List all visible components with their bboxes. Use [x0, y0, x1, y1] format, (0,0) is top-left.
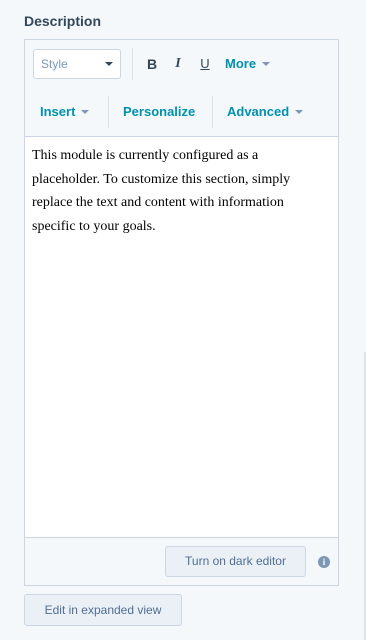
edit-expanded-view-button[interactable]: Edit in expanded view — [24, 594, 182, 626]
chevron-down-icon — [262, 62, 271, 66]
rich-text-editor: Style B I U More Insert Personalize Adva… — [24, 39, 339, 586]
more-menu-label: More — [225, 56, 257, 71]
editor-content-area[interactable]: This module is currently configured as a… — [25, 136, 338, 538]
dark-editor-button[interactable]: Turn on dark editor — [165, 546, 306, 577]
bold-button[interactable]: B — [144, 54, 160, 74]
personalize-button[interactable]: Personalize — [123, 102, 195, 122]
module-editor-panel: Description Style B I U More Insert Pers… — [0, 0, 366, 640]
italic-button[interactable]: I — [170, 54, 186, 74]
toolbar-divider — [212, 96, 213, 128]
style-select[interactable]: Style — [33, 49, 121, 79]
toolbar-row-insert: Insert Personalize Advanced — [25, 88, 338, 136]
more-menu-button[interactable]: More — [225, 54, 271, 74]
toolbar-divider — [132, 48, 133, 80]
insert-menu-label: Insert — [40, 104, 76, 119]
editor-footer: Turn on dark editor i — [25, 538, 338, 585]
insert-menu-button[interactable]: Insert — [40, 102, 90, 122]
advanced-menu-label: Advanced — [227, 104, 290, 119]
toolbar-divider — [108, 96, 109, 128]
chevron-down-icon — [295, 110, 304, 114]
toolbar-row-formatting: Style B I U More — [25, 40, 338, 88]
style-select-value: Style — [41, 57, 68, 71]
info-icon[interactable]: i — [318, 556, 330, 568]
advanced-menu-button[interactable]: Advanced — [227, 102, 304, 122]
editor-content-text[interactable]: This module is currently configured as a… — [32, 144, 328, 238]
chevron-down-icon — [105, 62, 113, 66]
chevron-down-icon — [81, 110, 90, 114]
underline-button[interactable]: U — [197, 54, 213, 74]
field-label-description: Description — [24, 13, 102, 29]
